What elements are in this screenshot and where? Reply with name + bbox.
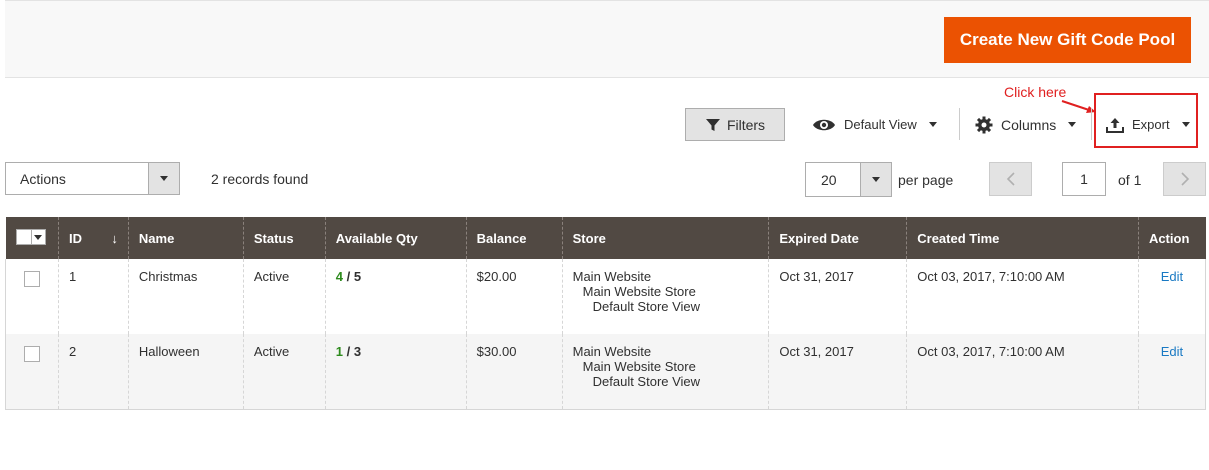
chevron-down-icon	[872, 177, 880, 182]
qty-available: 4	[335, 269, 344, 284]
create-gift-code-pool-button[interactable]: Create New Gift Code Pool	[944, 17, 1191, 63]
columns-dropdown[interactable]: Columns	[975, 108, 1077, 141]
column-header-id[interactable]: ID ↓	[57, 217, 129, 259]
mass-select-header[interactable]	[5, 217, 59, 259]
column-header-balance[interactable]: Balance	[465, 217, 563, 259]
table-row: 2 Halloween Active 1 / 3 $30.00 Main Web…	[5, 334, 1206, 409]
export-icon	[1106, 117, 1124, 133]
cell-created-time: Oct 03, 2017, 7:10:00 AM	[906, 259, 1139, 334]
store-website: Main Website	[572, 269, 652, 284]
column-header-created-time[interactable]: Created Time	[906, 217, 1139, 259]
cell-store: Main Website Main Website Store Default …	[561, 259, 769, 334]
cell-store: Main Website Main Website Store Default …	[561, 334, 769, 409]
row-checkbox[interactable]	[24, 271, 40, 287]
column-header-id-label: ID	[68, 230, 82, 246]
columns-label: Columns	[1001, 116, 1057, 133]
filter-icon	[705, 118, 720, 131]
qty-total: 5	[353, 269, 362, 284]
column-header-store[interactable]: Store	[561, 217, 769, 259]
per-page-label: per page	[898, 172, 954, 188]
total-pages-label: of 1	[1118, 172, 1142, 188]
row-select-cell	[5, 259, 59, 334]
per-page-toggle[interactable]	[860, 163, 891, 196]
column-header-available-qty[interactable]: Available Qty	[324, 217, 467, 259]
filters-button[interactable]: Filters	[685, 108, 785, 141]
page-actions-bar: Create New Gift Code Pool	[5, 0, 1209, 78]
cell-available-qty: 1 / 3	[324, 334, 467, 409]
row-select-cell	[5, 334, 59, 409]
previous-page-button[interactable]	[989, 162, 1032, 196]
per-page-select[interactable]: 20	[805, 162, 892, 197]
cell-created-time: Oct 03, 2017, 7:10:00 AM	[906, 334, 1139, 409]
chevron-down-icon	[1068, 122, 1077, 127]
gear-icon	[975, 116, 993, 133]
cell-action: Edit	[1137, 259, 1206, 334]
qty-separator: /	[343, 344, 354, 359]
qty-total: 3	[353, 344, 362, 359]
toolbar-divider	[1091, 108, 1092, 140]
store-website: Main Website	[572, 344, 652, 359]
sort-arrow-icon: ↓	[111, 230, 118, 246]
chevron-down-icon	[928, 122, 937, 127]
column-header-name[interactable]: Name	[127, 217, 244, 259]
current-page-input[interactable]	[1062, 162, 1106, 196]
mass-select-checkbox[interactable]	[16, 230, 31, 244]
cell-expired-date: Oct 31, 2017	[768, 259, 907, 334]
store-view: Default Store View	[592, 374, 701, 389]
per-page-value: 20	[821, 171, 837, 188]
cell-balance: $30.00	[465, 334, 563, 409]
cell-action: Edit	[1137, 334, 1206, 409]
table-row: 1 Christmas Active 4 / 5 $20.00 Main Web…	[5, 259, 1206, 334]
chevron-right-icon	[1180, 172, 1189, 186]
edit-link[interactable]: Edit	[1149, 344, 1195, 359]
mass-actions-toggle[interactable]	[148, 163, 179, 194]
next-page-button[interactable]	[1163, 162, 1206, 196]
edit-link[interactable]: Edit	[1149, 269, 1195, 284]
cell-id: 1	[57, 259, 129, 334]
column-header-status[interactable]: Status	[242, 217, 326, 259]
column-header-action: Action	[1137, 217, 1206, 259]
mass-actions-label: Actions	[20, 170, 66, 187]
annotation-text: Click here	[1004, 84, 1067, 100]
store-view: Default Store View	[592, 299, 701, 314]
cell-expired-date: Oct 31, 2017	[768, 334, 907, 409]
cell-status: Active	[242, 259, 326, 334]
mass-select-control[interactable]	[15, 229, 46, 245]
chevron-down-icon	[34, 234, 43, 240]
qty-separator: /	[343, 269, 354, 284]
cell-status: Active	[242, 334, 326, 409]
cell-name: Christmas	[127, 259, 244, 334]
grid-header-row: ID ↓ Name Status Available Qty Balance St…	[5, 217, 1206, 259]
cell-id: 2	[57, 334, 129, 409]
store-store: Main Website Store	[582, 359, 696, 374]
eye-icon	[813, 119, 835, 130]
records-found-count: 2 records found	[211, 171, 309, 187]
mass-actions-select[interactable]: Actions	[5, 162, 180, 195]
chevron-down-icon	[160, 176, 168, 181]
row-checkbox[interactable]	[24, 346, 40, 362]
mass-select-toggle[interactable]	[30, 230, 45, 244]
chevron-down-icon	[1181, 122, 1190, 127]
filters-label: Filters	[726, 116, 766, 133]
default-view-dropdown[interactable]: Default View	[812, 108, 937, 141]
column-header-expired-date[interactable]: Expired Date	[768, 217, 907, 259]
default-view-label: Default View	[844, 117, 917, 132]
toolbar-divider	[959, 108, 960, 140]
export-label: Export	[1132, 117, 1170, 132]
store-store: Main Website Store	[582, 284, 696, 299]
cell-name: Halloween	[127, 334, 244, 409]
cell-available-qty: 4 / 5	[324, 259, 467, 334]
chevron-left-icon	[1006, 172, 1015, 186]
export-dropdown[interactable]: Export	[1106, 108, 1190, 141]
cell-balance: $20.00	[465, 259, 563, 334]
gift-code-pool-grid: ID ↓ Name Status Available Qty Balance St…	[5, 217, 1206, 410]
qty-available: 1	[335, 344, 344, 359]
